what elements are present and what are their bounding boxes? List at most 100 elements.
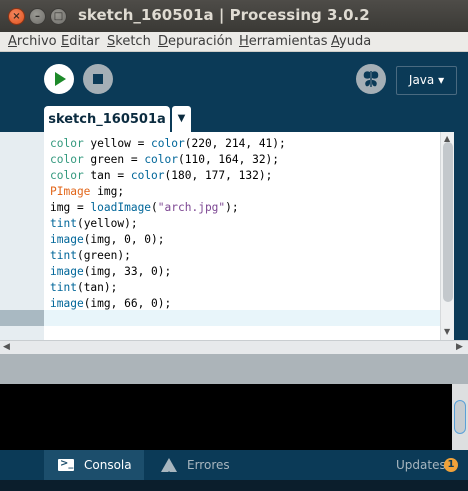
editor-vertical-scrollbar[interactable]: ▲ ▼ — [440, 132, 455, 340]
console-scrollbar-thumb[interactable] — [454, 400, 466, 434]
menu-archivo-mnemonic: A — [8, 34, 17, 49]
editor-horizontal-scrollbar[interactable]: ◀ ▶ — [0, 340, 468, 355]
menu-depuracion-label: epuración — [168, 34, 233, 49]
menu-sketch[interactable]: Sketch — [107, 34, 151, 49]
line-number-gutter — [0, 132, 44, 340]
updates-count-badge[interactable]: 1 — [444, 458, 458, 472]
current-line-highlight — [44, 310, 440, 326]
minimize-window-button[interactable]: – — [29, 8, 46, 25]
chevron-down-icon: ▼ — [177, 113, 186, 124]
stop-icon — [93, 74, 103, 84]
code-token: color — [130, 169, 165, 182]
tab-sketch[interactable]: sketch_160501a — [44, 106, 170, 132]
menu-editar-mnemonic: E — [61, 34, 70, 49]
run-button[interactable] — [44, 64, 74, 94]
code-token: green = — [83, 153, 145, 166]
code-token: (220, 214, 41); — [184, 137, 286, 150]
code-line: tint(yellow); — [50, 217, 138, 230]
menu-sketch-label: ketch — [115, 34, 151, 49]
code-line: color tan = color(180, 177, 132); — [50, 169, 272, 182]
code-token: color — [144, 153, 178, 166]
menu-archivo[interactable]: Archivo — [8, 34, 57, 49]
code-token: (img, 33, 0); — [83, 265, 172, 278]
updates-link[interactable]: Updates — [396, 450, 446, 480]
code-line: image(img, 0, 0); — [50, 233, 165, 246]
debug-button[interactable] — [356, 64, 386, 94]
code-line: color green = color(110, 164, 32); — [50, 153, 279, 166]
mode-selector[interactable]: Java ▾ — [396, 66, 457, 95]
code-token: img = — [50, 201, 91, 214]
stop-button[interactable] — [83, 64, 113, 94]
code-token: color — [50, 137, 84, 150]
code-line: tint(tan); — [50, 281, 117, 294]
code-token: (yellow); — [76, 217, 138, 230]
title-bar: × – □ sketch_160501a | Processing 3.0.2 — [0, 0, 468, 32]
code-line: image(img, 66, 0); — [50, 297, 171, 310]
code-token: image — [50, 297, 84, 310]
code-editor[interactable]: 1 2 3 4 5 6 7 8 9 10 11 12 13 color yell… — [0, 132, 468, 342]
warning-icon: ! — [161, 458, 177, 481]
code-line: color yellow = color(220, 214, 41); — [50, 137, 286, 150]
footer-bar: >_ Consola ! Errores Updates 1 — [0, 450, 468, 481]
code-token: color — [50, 153, 84, 166]
scroll-right-icon[interactable]: ▶ — [456, 342, 463, 352]
code-token: tint — [50, 249, 77, 262]
code-token: (img, 0, 0); — [83, 233, 165, 246]
code-token: image — [50, 233, 84, 246]
console-icon-glyph: >_ — [60, 458, 74, 469]
code-token: "arch.jpg" — [157, 201, 226, 214]
console-scrollbar[interactable] — [452, 384, 468, 450]
menu-ayuda[interactable]: Ayuda — [331, 34, 371, 49]
code-token: loadImage — [90, 201, 152, 214]
code-token: color — [151, 137, 185, 150]
menu-herramientas-mnemonic: H — [239, 34, 249, 49]
code-token: tint — [50, 217, 77, 230]
code-token: tint — [50, 281, 77, 294]
scrollbar-thumb[interactable] — [443, 142, 453, 302]
code-token: img; — [90, 185, 125, 198]
menu-ayuda-label: yuda — [339, 34, 372, 49]
scroll-down-icon[interactable]: ▼ — [444, 327, 450, 336]
console-icon: >_ — [58, 458, 74, 471]
tab-errors[interactable]: ! Errores — [147, 450, 247, 481]
butterfly-icon — [363, 71, 379, 87]
maximize-window-button[interactable]: □ — [50, 8, 67, 25]
scroll-left-icon[interactable]: ◀ — [3, 342, 10, 352]
code-token: image — [50, 265, 84, 278]
code-token: (180, 177, 132); — [164, 169, 273, 182]
toolbar: Java ▾ — [0, 52, 468, 106]
menu-editar[interactable]: Editar — [61, 34, 100, 49]
code-line: image(img, 33, 0); — [50, 265, 171, 278]
code-token: (img, 66, 0); — [83, 297, 172, 310]
tab-console-label: Consola — [84, 458, 132, 472]
code-token: color — [50, 169, 84, 182]
code-line: img = loadImage("arch.jpg"); — [50, 201, 239, 214]
menu-ayuda-mnemonic: A — [331, 34, 340, 49]
window-title: sketch_160501a | Processing 3.0.2 — [78, 6, 370, 24]
play-icon — [55, 72, 66, 86]
menu-depuracion[interactable]: Depuración — [158, 34, 233, 49]
code-line: tint(green); — [50, 249, 131, 262]
message-area — [0, 354, 468, 385]
code-token: ); — [225, 201, 239, 214]
warning-icon-glyph: ! — [167, 471, 172, 481]
code-token: ( — [151, 201, 158, 214]
menu-editar-label: ditar — [69, 34, 100, 49]
menu-herramientas-label: erramientas — [248, 34, 328, 49]
code-token: yellow = — [83, 137, 152, 150]
tab-errors-label: Errores — [187, 458, 230, 472]
close-window-button[interactable]: × — [8, 8, 25, 25]
menu-herramientas[interactable]: Herramientas — [239, 34, 328, 49]
console-output[interactable] — [0, 384, 468, 450]
code-token: (green); — [76, 249, 131, 262]
tab-bar: sketch_160501a ▼ — [0, 106, 468, 132]
code-token: PImage — [50, 185, 91, 198]
tab-console[interactable]: >_ Consola — [44, 450, 144, 480]
code-line: PImage img; — [50, 185, 124, 198]
menu-archivo-label: rchivo — [16, 34, 57, 49]
code-token: tan = — [83, 169, 131, 182]
tab-menu-button[interactable]: ▼ — [172, 106, 191, 132]
code-token: (110, 164, 32); — [178, 153, 280, 166]
menu-bar: Archivo Editar Sketch Depuración Herrami… — [0, 32, 468, 52]
code-token: (tan); — [76, 281, 118, 294]
